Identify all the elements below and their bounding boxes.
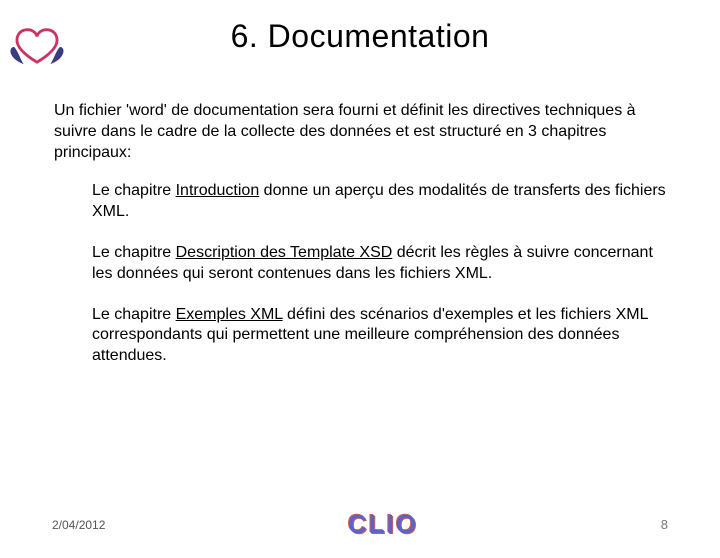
footer-page-number: 8	[661, 517, 668, 532]
chapter-3-name: Exemples XML	[176, 306, 283, 323]
chapter-3: Le chapitre Exemples XML défini des scén…	[92, 305, 666, 367]
heart-logo-icon	[8, 24, 66, 66]
chapter-1-prefix: Le chapitre	[92, 182, 176, 199]
chapter-3-prefix: Le chapitre	[92, 306, 176, 323]
chapter-2: Le chapitre Description des Template XSD…	[92, 243, 666, 285]
footer-logo: CLIO	[348, 509, 418, 540]
footer: 2/04/2012 CLIO 8	[0, 509, 720, 540]
chapter-1: Le chapitre Introduction donne un aperçu…	[92, 181, 666, 223]
chapter-1-name: Introduction	[176, 182, 260, 199]
chapter-2-prefix: Le chapitre	[92, 244, 176, 261]
intro-paragraph: Un fichier 'word' de documentation sera …	[54, 101, 666, 163]
page-title: 6. Documentation	[0, 18, 720, 55]
chapter-2-name: Description des Template XSD	[176, 244, 393, 261]
content-area: Un fichier 'word' de documentation sera …	[0, 55, 720, 367]
footer-date: 2/04/2012	[52, 518, 105, 532]
